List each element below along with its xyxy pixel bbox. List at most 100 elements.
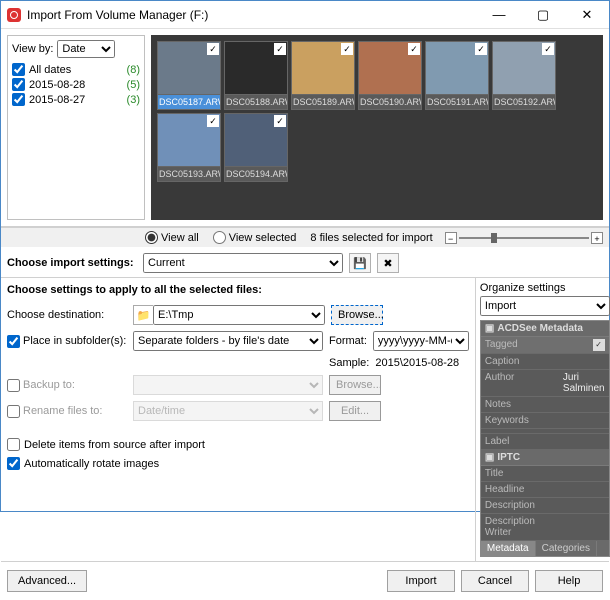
date-label: 2015-08-28 [29, 79, 85, 91]
date-checkbox[interactable] [12, 78, 25, 91]
date-filter-item[interactable]: 2015-08-27 (3) [12, 92, 140, 107]
app-icon [7, 8, 21, 22]
help-button[interactable]: Help [535, 570, 603, 592]
metadata-grid[interactable]: ▣ACDSee Metadata Tagged✓CaptionAuthorJur… [480, 320, 610, 557]
rename-select: Date/time [133, 401, 323, 421]
thumbnail-image: ✓ [157, 41, 221, 95]
date-checkbox[interactable] [12, 93, 25, 106]
organize-panel: Organize settings Import ▣ACDSee Metadat… [475, 278, 610, 561]
viewby-select[interactable]: Date [57, 40, 115, 58]
viewby-label: View by: [12, 43, 53, 55]
window-title: Import From Volume Manager (F:) [27, 8, 477, 22]
thumbnail-checkmark[interactable]: ✓ [207, 115, 219, 127]
metadata-row[interactable]: Description Writer [481, 514, 609, 541]
thumbnail-item[interactable]: ✓DSC05188.ARW [224, 41, 288, 110]
metadata-row[interactable]: AuthorJuri Salminen [481, 370, 609, 397]
metadata-toggle[interactable]: ✓ [593, 339, 605, 351]
thumbnail-checkmark[interactable]: ✓ [542, 43, 554, 55]
backup-select [133, 375, 323, 395]
metadata-group-iptc[interactable]: ▣IPTC [481, 450, 609, 466]
metadata-row[interactable]: Keywords [481, 413, 609, 429]
settings-preset-select[interactable]: Current [143, 253, 343, 273]
metadata-row[interactable]: Headline [481, 482, 609, 498]
metadata-value[interactable] [563, 339, 593, 351]
maximize-button[interactable]: ▢ [521, 1, 565, 29]
thumbnail-checkmark[interactable]: ✓ [475, 43, 487, 55]
titlebar: Import From Volume Manager (F:) — ▢ ✕ [1, 1, 609, 29]
thumbnail-item[interactable]: ✓DSC05190.ARW [358, 41, 422, 110]
thumbnail-item[interactable]: ✓DSC05194.ARW [224, 113, 288, 182]
rename-checkbox[interactable] [7, 405, 20, 418]
metadata-row[interactable]: Label [481, 434, 609, 450]
metadata-value[interactable]: Juri Salminen [563, 372, 605, 394]
view-all-radio[interactable]: View all [145, 231, 199, 244]
date-label: All dates [29, 64, 71, 76]
thumbnail-checkmark[interactable]: ✓ [207, 43, 219, 55]
date-filter-item[interactable]: 2015-08-28 (5) [12, 77, 140, 92]
metadata-row[interactable]: Title [481, 466, 609, 482]
delete-source-checkbox[interactable]: Delete items from source after import [7, 438, 469, 451]
minimize-button[interactable]: — [477, 1, 521, 29]
thumbnail-checkmark[interactable]: ✓ [274, 115, 286, 127]
metadata-value[interactable] [563, 399, 605, 410]
delete-preset-button[interactable]: ✖ [377, 253, 399, 273]
format-label: Format: [329, 335, 367, 347]
format-select[interactable]: yyyy\yyyy-MM-dd [373, 331, 469, 351]
thumbnail-item[interactable]: ✓ DSC05187.ARW [157, 41, 221, 110]
cancel-button[interactable]: Cancel [461, 570, 529, 592]
subfolder-mode-select[interactable]: Separate folders - by file's date [133, 331, 323, 351]
thumbnail-filename: DSC05193.ARW [157, 167, 221, 182]
view-selected-radio[interactable]: View selected [213, 231, 297, 244]
metadata-value[interactable] [563, 356, 605, 367]
thumbnail-item[interactable]: ✓ DSC05189.ARW [291, 41, 355, 110]
destination-select[interactable]: E:\Tmp [153, 305, 325, 325]
categories-tab[interactable]: Categories [536, 541, 597, 556]
metadata-tab[interactable]: Metadata [481, 541, 536, 556]
thumbnail-filename: DSC05187.ARW [157, 95, 221, 110]
choose-settings-label: Choose import settings: [7, 257, 137, 269]
thumbnail-checkmark[interactable]: ✓ [341, 43, 353, 55]
import-settings-row: Choose import settings: Current 💾 ✖ [1, 247, 609, 277]
metadata-value[interactable] [563, 468, 605, 479]
metadata-row[interactable]: Caption [481, 354, 609, 370]
thumbnail-item[interactable]: ✓ DSC05192.ARW [492, 41, 556, 110]
sample-value: 2015\2015-08-28 [375, 357, 459, 369]
thumbnail-image: ✓ [224, 113, 288, 167]
thumbnail-item[interactable]: ✓ DSC05193.ARW [157, 113, 221, 182]
import-button[interactable]: Import [387, 570, 455, 592]
thumbnail-filename: DSC05189.ARW [291, 95, 355, 110]
thumbnail-image: ✓ [358, 41, 422, 95]
metadata-value[interactable] [563, 436, 605, 447]
metadata-row[interactable]: Tagged✓ [481, 337, 609, 354]
metadata-value[interactable] [563, 484, 605, 495]
metadata-row[interactable]: Notes [481, 397, 609, 413]
thumbnail-image: ✓ [224, 41, 288, 95]
thumbnail-item[interactable]: ✓DSC05191.ARW [425, 41, 489, 110]
backup-checkbox[interactable] [7, 379, 20, 392]
thumbnail-filename: DSC05192.ARW [492, 95, 556, 110]
organize-preset-select[interactable]: Import [480, 296, 610, 316]
close-button[interactable]: ✕ [565, 1, 609, 29]
thumbnail-checkmark[interactable]: ✓ [274, 43, 286, 55]
zoom-out-button[interactable]: − [445, 232, 457, 244]
advanced-button[interactable]: Advanced... [7, 570, 87, 592]
metadata-value[interactable] [563, 415, 605, 426]
metadata-key: Label [485, 436, 563, 447]
folder-icon: 📁 [133, 305, 153, 325]
metadata-group-acdsee[interactable]: ▣ACDSee Metadata [481, 321, 609, 337]
date-filter-item[interactable]: All dates (8) [12, 62, 140, 77]
subfolder-checkbox[interactable] [7, 335, 20, 348]
date-filter-panel: View by: Date All dates (8) 2015-08-28 (… [7, 35, 145, 220]
organize-heading: Organize settings [476, 278, 610, 296]
browse-destination-button[interactable]: Browse... [331, 305, 383, 325]
apply-settings-panel: Choose settings to apply to all the sele… [1, 278, 475, 561]
metadata-value[interactable] [563, 516, 605, 538]
zoom-slider[interactable] [459, 237, 589, 239]
zoom-in-button[interactable]: + [591, 232, 603, 244]
date-checkbox[interactable] [12, 63, 25, 76]
thumbnail-checkmark[interactable]: ✓ [408, 43, 420, 55]
metadata-value[interactable] [563, 500, 605, 511]
save-preset-button[interactable]: 💾 [349, 253, 371, 273]
auto-rotate-checkbox[interactable]: Automatically rotate images [7, 457, 469, 470]
thumbnail-area: ✓DSC05187.ARW✓DSC05188.ARW✓DSC05189.ARW✓… [151, 35, 603, 220]
